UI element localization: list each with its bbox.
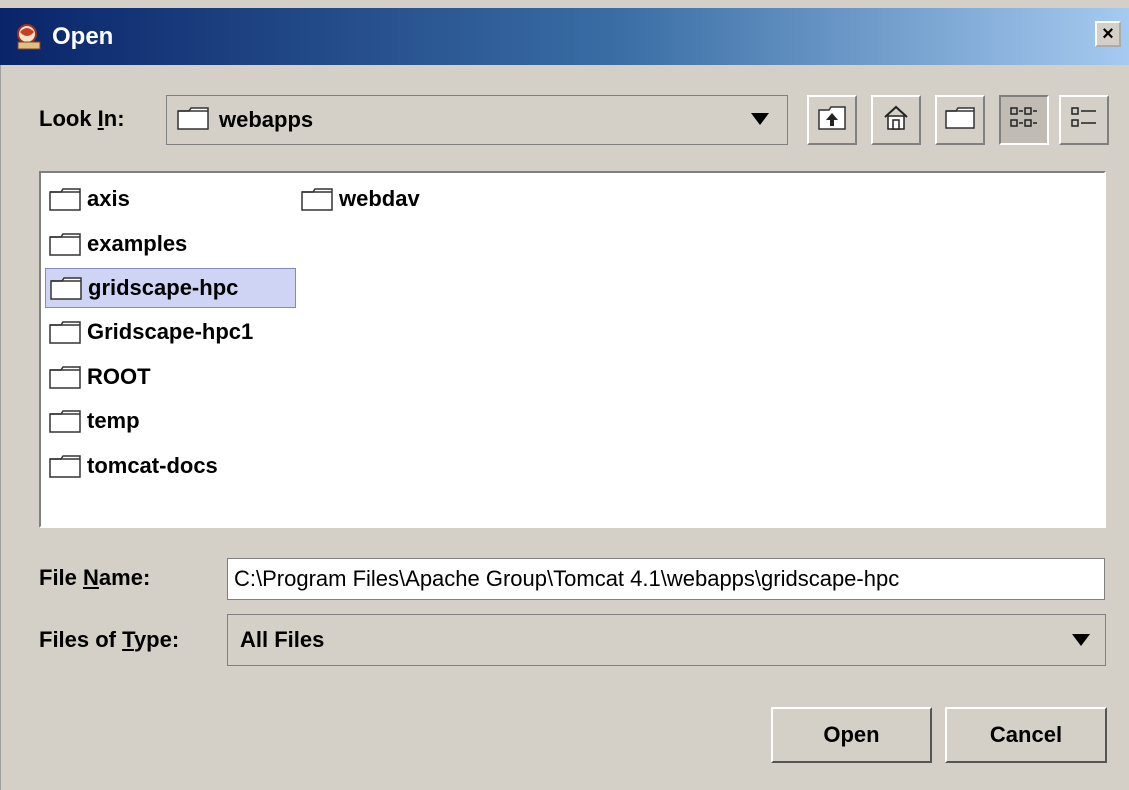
close-button[interactable]: ×	[1095, 21, 1121, 47]
file-name: gridscape-hpc	[88, 275, 239, 300]
file-name: examples	[87, 231, 188, 256]
open-button[interactable]: Open	[771, 707, 932, 763]
up-folder-icon	[817, 105, 847, 136]
home-button[interactable]	[871, 95, 921, 145]
file-name-label: File Name:	[39, 565, 151, 590]
file-name: webdav	[339, 186, 420, 211]
list-item[interactable]: webdav	[297, 179, 426, 219]
list-item[interactable]: axis	[45, 179, 136, 219]
list-item[interactable]: ROOT	[45, 357, 157, 397]
new-folder-button[interactable]	[935, 95, 985, 145]
file-name: Gridscape-hpc1	[87, 319, 254, 344]
file-list[interactable]: axis examples gridscape-hpc Gridscape-hp…	[39, 171, 1106, 528]
files-of-type-label: Files of Type:	[39, 627, 180, 652]
cancel-button[interactable]: Cancel	[945, 707, 1107, 763]
new-folder-icon	[945, 106, 975, 135]
app-icon	[12, 20, 46, 54]
list-item[interactable]: temp	[45, 401, 146, 441]
folder-icon	[50, 277, 82, 300]
list-item[interactable]: tomcat-docs	[45, 446, 224, 486]
folder-icon	[49, 455, 81, 478]
file-name: tomcat-docs	[87, 453, 218, 478]
file-name: ROOT	[87, 364, 151, 389]
file-name: temp	[87, 408, 140, 433]
folder-icon	[49, 233, 81, 256]
list-view-button[interactable]	[999, 95, 1049, 145]
folder-icon	[177, 106, 209, 135]
list-view-icon	[1009, 105, 1039, 136]
list-item-selected[interactable]: gridscape-hpc	[45, 268, 296, 308]
file-name-input[interactable]: C:\Program Files\Apache Group\Tomcat 4.1…	[227, 558, 1105, 600]
folder-icon	[301, 188, 333, 211]
details-view-button[interactable]	[1059, 95, 1109, 145]
close-icon: ×	[1102, 23, 1114, 45]
folder-icon	[49, 366, 81, 389]
open-dialog: Look In: webapps axis examples gridscape…	[0, 65, 1129, 790]
file-name: axis	[87, 186, 130, 211]
look-in-label: Look In:	[39, 106, 125, 131]
home-icon	[882, 104, 910, 137]
chevron-down-icon[interactable]	[1072, 634, 1090, 646]
window-title: Open	[52, 22, 114, 50]
title-bar[interactable]: Open ×	[0, 8, 1129, 65]
files-of-type-value: All Files	[240, 627, 325, 652]
up-one-level-button[interactable]	[807, 95, 857, 145]
top-strip	[0, 0, 1129, 8]
details-view-icon	[1069, 105, 1099, 136]
list-item[interactable]: examples	[45, 224, 193, 264]
folder-icon	[49, 188, 81, 211]
folder-icon	[49, 410, 81, 433]
look-in-value: webapps	[219, 107, 314, 132]
look-in-combo[interactable]: webapps	[166, 95, 788, 145]
files-of-type-combo[interactable]: All Files	[227, 614, 1106, 666]
folder-icon	[49, 321, 81, 344]
list-item[interactable]: Gridscape-hpc1	[45, 312, 259, 352]
chevron-down-icon[interactable]	[751, 113, 769, 125]
